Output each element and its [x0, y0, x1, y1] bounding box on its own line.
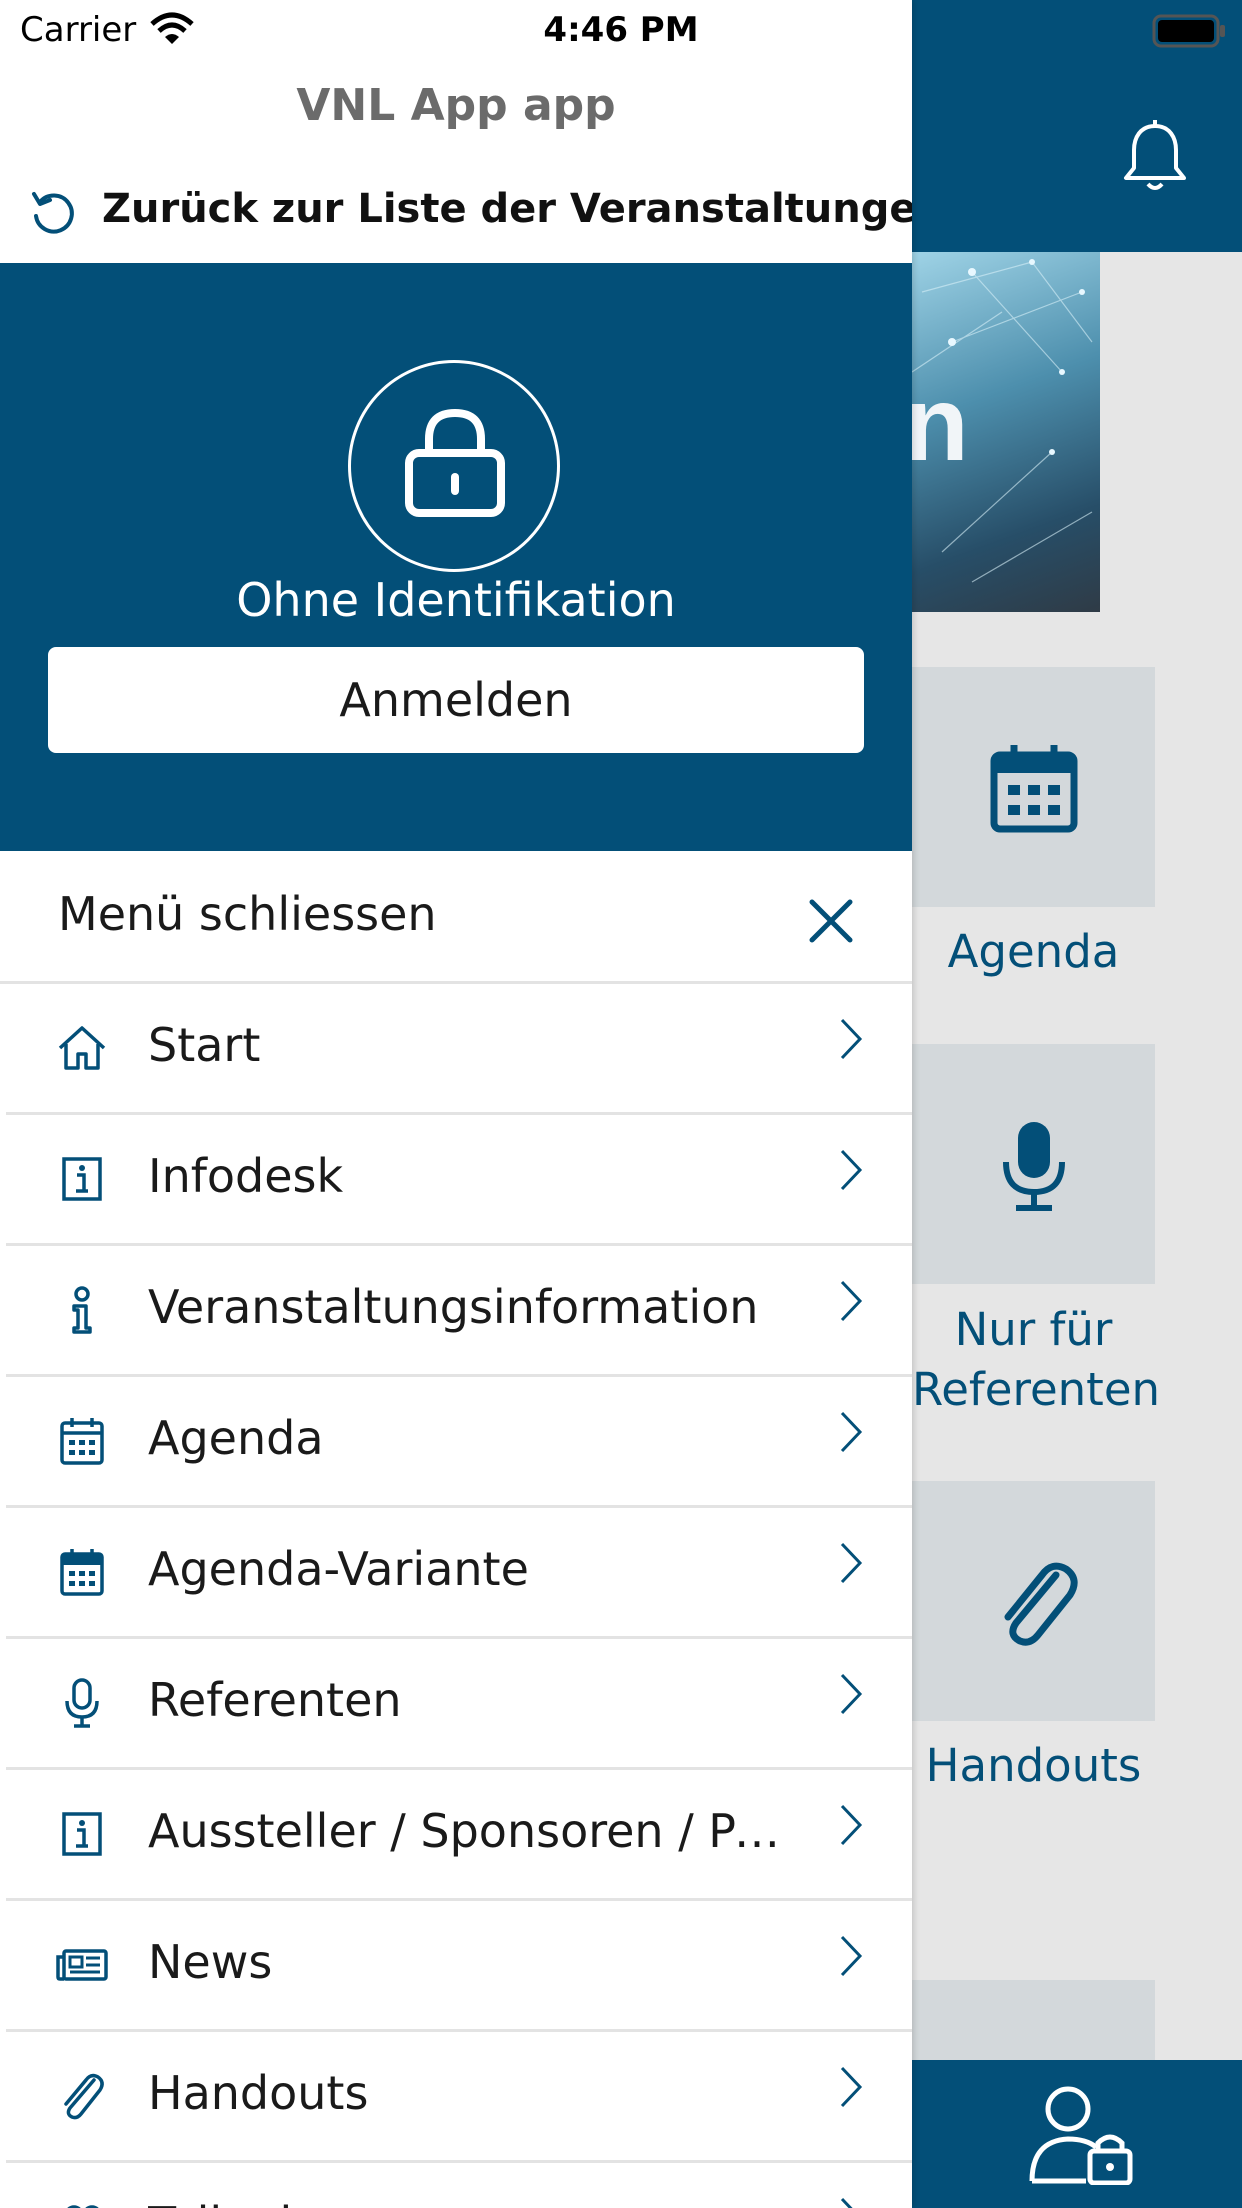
chevron-right-icon	[840, 2066, 863, 2108]
chevron-right-icon	[840, 1935, 863, 1977]
profile-section: Ohne Identifikation Anmelden	[0, 263, 912, 851]
side-drawer: VNL App app Zurück zur Liste der Veranst…	[0, 0, 912, 2208]
close-menu-label: Menü schliessen	[58, 887, 437, 941]
microphone-icon	[1003, 1122, 1065, 1211]
tile-partial[interactable]	[912, 1980, 1155, 2060]
tile-handouts[interactable]	[912, 1481, 1155, 1721]
menu-item-infodesk[interactable]: Infodesk	[6, 1115, 912, 1246]
menu-label: News	[148, 1935, 273, 1989]
menu-label: Teilneh	[148, 2197, 309, 2208]
user-lock-icon[interactable]	[1028, 2085, 1138, 2185]
menu-label: Veranstaltungsinformation	[148, 1280, 759, 1334]
refresh-back-icon	[32, 192, 74, 234]
menu-item-start[interactable]: Start	[6, 984, 912, 1115]
chevron-right-icon	[840, 1149, 863, 1191]
identification-status: Ohne Identifikation	[236, 573, 676, 627]
menu-item-aussteller[interactable]: Aussteller / Sponsoren / Pa...	[6, 1770, 912, 1901]
tile-referenten[interactable]	[912, 1044, 1155, 1284]
menu-item-news[interactable]: News	[6, 1901, 912, 2032]
paperclip-icon	[64, 2073, 104, 2120]
newspaper-icon	[56, 1949, 108, 1981]
chevron-right-icon	[840, 1411, 863, 1453]
people-icon	[67, 2205, 99, 2208]
menu-item-agenda-variante[interactable]: Agenda-Variante	[6, 1508, 912, 1639]
battery-icon	[1152, 14, 1225, 48]
paperclip-icon	[1004, 1562, 1078, 1646]
tile-handouts-label: Handouts	[925, 1739, 1142, 1792]
tile-agenda[interactable]	[912, 667, 1155, 907]
tile-agenda-label: Agenda	[947, 925, 1120, 978]
bell-icon[interactable]	[1120, 118, 1190, 194]
menu-item-agenda[interactable]: Agenda	[6, 1377, 912, 1508]
chevron-right-icon	[840, 1673, 863, 1715]
lock-icon	[405, 408, 505, 517]
menu-label: Start	[148, 1018, 261, 1072]
menu-label: Agenda-Variante	[148, 1542, 529, 1596]
microphone-icon	[65, 1678, 99, 1728]
menu-label: Infodesk	[148, 1149, 344, 1203]
calendar-filled-icon	[60, 1549, 104, 1596]
tile-referenten-label-line1: Nur für	[954, 1303, 1113, 1356]
menu-label: Agenda	[148, 1411, 324, 1465]
chevron-right-icon	[840, 1018, 863, 1060]
back-label: Zurück zur Liste der Veranstaltungen	[102, 186, 912, 232]
status-bar: Carrier 4:46 PM	[0, 0, 1242, 62]
chevron-right-icon	[840, 1804, 863, 1846]
close-menu-row[interactable]: Menü schliessen	[0, 851, 912, 984]
chevron-right-icon	[840, 2197, 853, 2208]
menu-label: Aussteller / Sponsoren / Pa...	[148, 1804, 798, 1858]
lock-avatar	[348, 360, 560, 572]
menu-item-teilnehmer[interactable]: Teilneh	[6, 2163, 912, 2208]
hero-banner: n	[912, 252, 1100, 612]
back-to-events-link[interactable]: Zurück zur Liste der Veranstaltungen	[0, 180, 912, 260]
menu-list: Start Infodesk Veranstaltungsinformation	[0, 984, 912, 2208]
login-button[interactable]: Anmelden	[48, 647, 864, 753]
tile-referenten-label-line2: Referenten	[912, 1363, 1161, 1416]
menu-item-veranstaltungsinformation[interactable]: Veranstaltungsinformation	[6, 1246, 912, 1377]
calendar-icon	[990, 745, 1078, 833]
status-time: 4:46 PM	[543, 10, 699, 50]
app-title: VNL App app	[296, 80, 616, 131]
menu-label: Referenten	[148, 1673, 402, 1727]
calendar-outline-icon	[60, 1418, 104, 1465]
menu-label: Handouts	[148, 2066, 369, 2120]
home-icon	[58, 1026, 106, 1070]
info-box-icon	[62, 1812, 102, 1856]
info-icon	[72, 1286, 92, 1334]
info-box-icon	[62, 1157, 102, 1201]
menu-item-referenten[interactable]: Referenten	[6, 1639, 912, 1770]
menu-item-handouts[interactable]: Handouts	[6, 2032, 912, 2163]
chevron-right-icon	[840, 1542, 863, 1584]
chevron-right-icon	[840, 1280, 863, 1322]
close-icon[interactable]	[806, 896, 856, 946]
